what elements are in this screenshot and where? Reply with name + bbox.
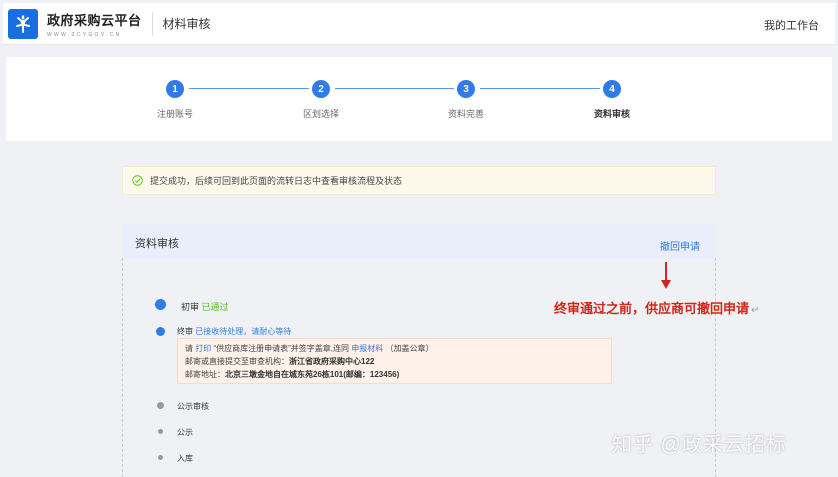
logo-text: 政府采购云平台 WWW.ZCYGOV.CN	[47, 10, 142, 38]
page-title: 材料审核	[162, 17, 211, 31]
final-review-label: 终审	[177, 327, 193, 336]
final-review-status: 已接收待处理，请耐心等待	[195, 327, 292, 336]
logo-title: 政府采购云平台	[47, 12, 142, 28]
timeline-publicity: 公示	[177, 428, 193, 437]
step-3-label: 资料完善	[447, 109, 485, 119]
notice-text: 提交成功，后续可回到此页面的流转日志中查看审核流程及状态	[150, 176, 403, 186]
return-mark: ↵	[751, 305, 760, 316]
info-text: 请	[185, 344, 193, 353]
step-2-label: 区划选择	[302, 109, 340, 119]
annotation-callout: 终审通过之前，供应商可撤回申请 ↵	[554, 298, 759, 317]
arrow-down-icon	[661, 262, 671, 289]
step-4-label: 资料审核	[593, 109, 631, 119]
info-line-2: 邮寄或直接提交至审查机构：浙江省政府采购中心122	[185, 355, 604, 368]
mailing-address: 北京三墩金地自在城东苑26栋101(邮编：123456)	[225, 370, 400, 379]
print-link[interactable]: 打印	[195, 344, 211, 353]
materials-link[interactable]: 申报材料	[351, 344, 383, 353]
info-line-1: 请 打印 “供应商库注册申请表”并签字盖章,连同 申报材料 （加盖公章）	[185, 342, 604, 355]
step-1-label: 注册账号	[156, 109, 194, 119]
timeline-dot-storage	[158, 455, 163, 460]
withdraw-application-button[interactable]: 撤回申请	[660, 238, 700, 253]
step-connector	[189, 88, 309, 89]
timeline-dot-publicity	[158, 429, 163, 434]
step-connector	[480, 88, 600, 89]
timeline-dot-final-review	[156, 327, 165, 336]
top-header: 政府采购云平台 WWW.ZCYGOV.CN 材料审核 我的工作台	[3, 3, 835, 45]
submission-info-box: 请 打印 “供应商库注册申请表”并签字盖章,连同 申报材料 （加盖公章） 邮寄或…	[177, 338, 612, 384]
timeline-dot-publicity-review	[157, 402, 164, 409]
info-text: “供应商库注册申请表”并签字盖章,连同	[213, 344, 350, 353]
check-circle-icon	[132, 175, 143, 186]
platform-logo-icon[interactable]	[8, 8, 38, 39]
header-divider	[151, 11, 153, 36]
first-review-label: 初审	[181, 302, 200, 312]
step-1-circle: 1	[166, 80, 184, 98]
step-connector	[335, 88, 454, 89]
logo-url: WWW.ZCYGOV.CN	[47, 31, 122, 38]
review-panel-title: 资料审核	[135, 238, 179, 250]
review-agency: 浙江省政府采购中心122	[289, 357, 375, 366]
timeline-dot-first-review	[155, 299, 166, 310]
step-3-circle: 3	[457, 80, 475, 98]
info-text: 邮寄或直接提交至审查机构：	[185, 357, 289, 366]
first-review-status: 已通过	[201, 302, 229, 312]
timeline-first-review: 初审 已通过	[181, 300, 229, 313]
info-text: 邮寄地址：	[185, 370, 225, 379]
timeline-publicity-review: 公示审核	[177, 402, 209, 411]
timeline-storage: 入库	[177, 454, 193, 463]
page: 政府采购云平台 WWW.ZCYGOV.CN 材料审核 我的工作台 1 2 3 4…	[0, 0, 838, 477]
annotation-text: 终审通过之前，供应商可撤回申请	[554, 301, 750, 316]
success-notice: 提交成功，后续可回到此页面的流转日志中查看审核流程及状态	[122, 166, 716, 195]
info-line-3: 邮寄地址：北京三墩金地自在城东苑26栋101(邮编：123456)	[185, 368, 604, 381]
timeline-final-review: 终审 已接收待处理，请耐心等待	[177, 326, 291, 337]
info-text: （加盖公章）	[385, 344, 434, 353]
step-4-circle: 4	[603, 80, 621, 98]
step-2-circle: 2	[312, 80, 330, 98]
progress-steps: 1 2 3 4 注册账号 区划选择 资料完善 资料审核	[6, 57, 832, 141]
workbench-link[interactable]: 我的工作台	[764, 17, 819, 33]
review-panel-header: 资料审核 撤回申请	[122, 224, 716, 258]
watermark: 知乎 @政采云招标	[612, 434, 787, 456]
